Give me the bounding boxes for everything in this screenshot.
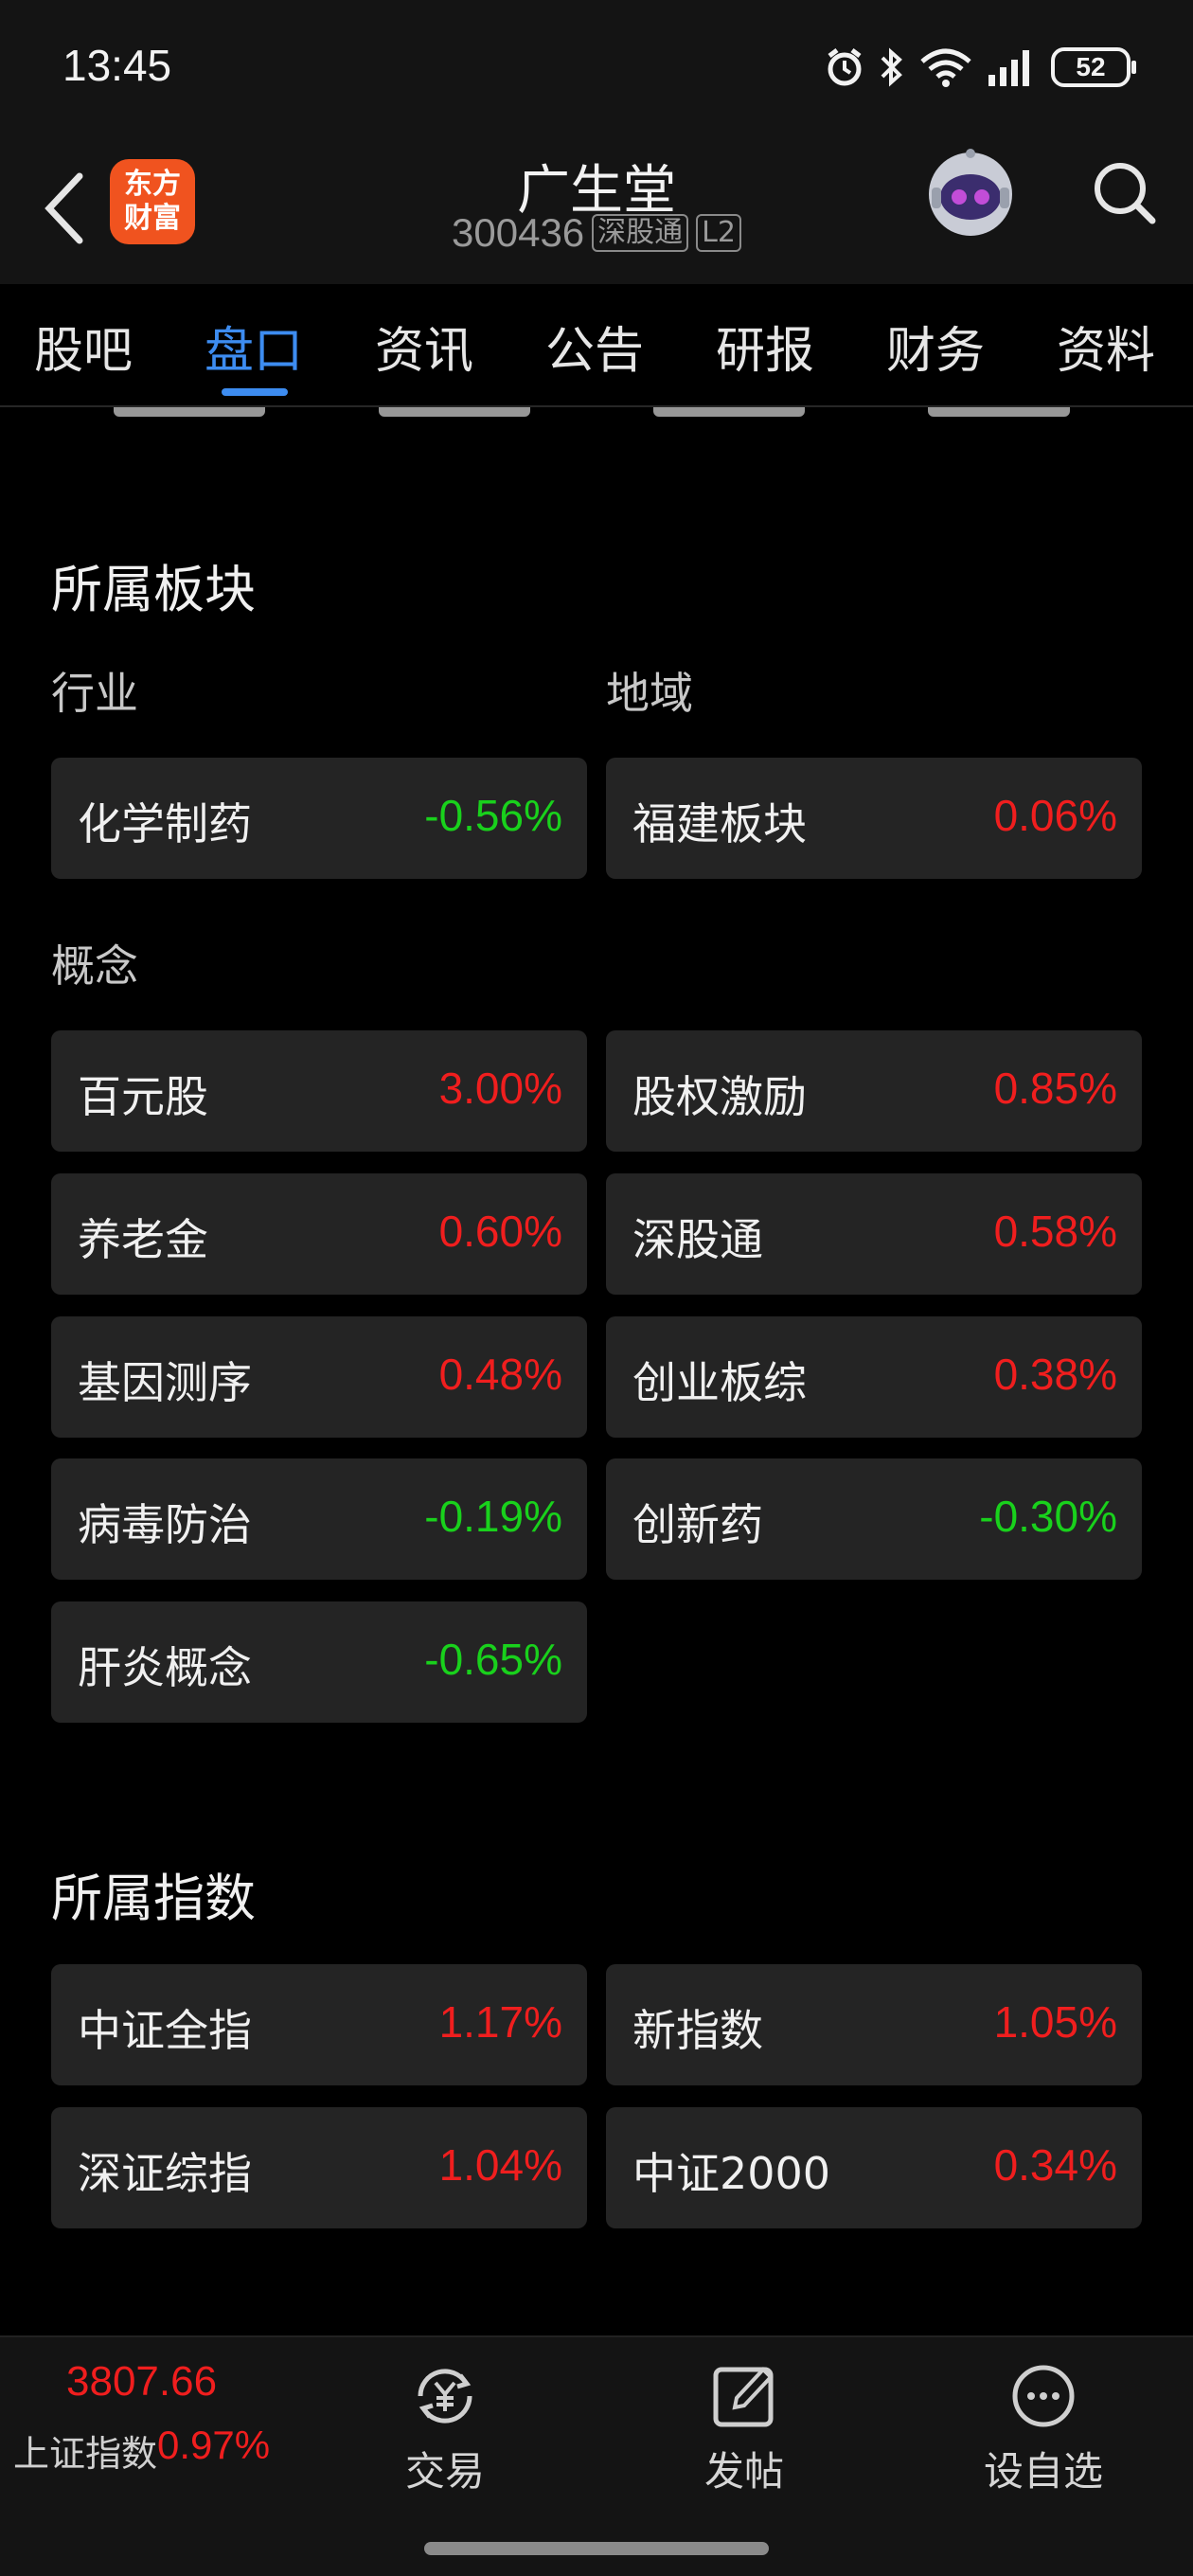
search-button[interactable] <box>1087 146 1163 241</box>
concept-card[interactable]: 肝炎概念 -0.65% <box>51 1601 587 1723</box>
sector-card-industry[interactable]: 化学制药 -0.56% <box>51 758 587 879</box>
concept-name: 肝炎概念 <box>78 1642 252 1693</box>
concept-card[interactable]: 创业板综 0.38% <box>606 1316 1142 1438</box>
home-indicator[interactable] <box>424 2542 769 2555</box>
concept-name: 病毒防治 <box>78 1499 252 1550</box>
edit-post-icon <box>713 2367 774 2427</box>
tab-news[interactable]: 资讯 <box>375 311 473 382</box>
battery-icon: 52 <box>1051 47 1136 87</box>
signal-icon <box>988 50 1029 86</box>
market-index-value: 3807.66 <box>66 2358 218 2405</box>
concept-change: 0.58% <box>993 1207 1117 1256</box>
status-time: 13:45 <box>62 41 172 90</box>
region-label: 地域 <box>606 668 693 719</box>
index-card-name: 深证综指 <box>78 2148 252 2199</box>
index-card-change: 0.34% <box>993 2140 1117 2190</box>
market-index-change: 0.97% <box>157 2423 271 2467</box>
tab-finance[interactable]: 财务 <box>886 311 985 382</box>
scrolled-content-remnant <box>0 407 1193 420</box>
add-watchlist-button[interactable]: 设自选 <box>958 2358 1129 2510</box>
battery-level: 52 <box>1076 52 1106 81</box>
concept-card[interactable]: 病毒防治 -0.19% <box>51 1458 587 1580</box>
bluetooth-icon <box>881 47 902 87</box>
status-bar: 13:45 52 <box>0 0 1193 142</box>
index-card[interactable]: 中证全指 1.17% <box>51 1964 587 2085</box>
header: 东方 财富 广生堂 300436 深股通 L2 <box>0 142 1193 284</box>
wifi-icon <box>920 48 971 87</box>
concept-change: -0.30% <box>979 1492 1117 1541</box>
connect-tag: 深股通 <box>592 214 689 252</box>
search-icon <box>1095 163 1156 224</box>
industry-label: 行业 <box>51 668 138 719</box>
concept-card[interactable]: 创新药 -0.30% <box>606 1458 1142 1580</box>
alarm-icon <box>828 48 862 86</box>
tab-research[interactable]: 研报 <box>716 311 814 382</box>
sector-name: 福建板块 <box>632 798 807 850</box>
page: 13:45 52 东方 财富 广生堂 300436 深股通 L2 股吧 盘口 资… <box>0 0 1193 2576</box>
concept-change: -0.65% <box>424 1635 562 1684</box>
sector-change: 0.06% <box>993 791 1117 840</box>
sector-name: 化学制药 <box>78 798 252 850</box>
concept-name: 创业板综 <box>632 1357 807 1408</box>
sector-change: -0.56% <box>424 791 562 840</box>
concept-label: 概念 <box>51 940 138 992</box>
concept-change: 0.38% <box>993 1350 1117 1399</box>
index-card-name: 中证全指 <box>78 2005 252 2056</box>
concept-card[interactable]: 基因测序 0.48% <box>51 1316 587 1438</box>
concept-card[interactable]: 养老金 0.60% <box>51 1173 587 1295</box>
concept-card[interactable]: 股权激励 0.85% <box>606 1030 1142 1152</box>
tab-bar: 股吧 盘口 资讯 公告 研报 财务 资料 <box>0 284 1193 407</box>
concept-card[interactable]: 深股通 0.58% <box>606 1173 1142 1295</box>
robot-assistant-icon[interactable] <box>918 142 1023 246</box>
post-button[interactable]: 发帖 <box>659 2358 829 2510</box>
active-tab-indicator <box>222 388 288 396</box>
trade-button[interactable]: 交易 <box>360 2358 530 2510</box>
index-card-name: 中证2000 <box>632 2148 831 2199</box>
tab-announcements[interactable]: 公告 <box>545 311 644 382</box>
index-card[interactable]: 深证综指 1.04% <box>51 2107 587 2228</box>
sector-card-region[interactable]: 福建板块 0.06% <box>606 758 1142 879</box>
index-section-title: 所属指数 <box>51 1869 256 1928</box>
more-circle-icon <box>1012 2365 1075 2427</box>
concept-change: 3.00% <box>438 1064 562 1113</box>
status-icons: 52 <box>824 44 1136 91</box>
concept-name: 百元股 <box>78 1071 208 1122</box>
concept-change: 0.60% <box>438 1207 562 1256</box>
concept-change: -0.19% <box>424 1492 562 1541</box>
stock-code: 300436 <box>452 210 585 255</box>
index-card[interactable]: 中证2000 0.34% <box>606 2107 1142 2228</box>
tab-pankou[interactable]: 盘口 <box>205 311 303 382</box>
bottom-bar: 3807.66 上证指数 0.97% 交易 发帖 设自选 <box>0 2335 1193 2576</box>
trade-yuan-icon <box>418 2369 472 2424</box>
concept-change: 0.48% <box>438 1350 562 1399</box>
index-card-change: 1.04% <box>438 2140 562 2190</box>
sector-section-title: 所属板块 <box>51 560 256 619</box>
level-tag: L2 <box>696 214 741 252</box>
concept-card[interactable]: 百元股 3.00% <box>51 1030 587 1152</box>
tab-guba[interactable]: 股吧 <box>34 311 133 382</box>
concept-name: 深股通 <box>632 1214 763 1265</box>
index-card-name: 新指数 <box>632 2005 763 2056</box>
concept-name: 养老金 <box>78 1214 208 1265</box>
trade-label: 交易 <box>404 2448 485 2495</box>
tab-profile[interactable]: 资料 <box>1057 311 1155 382</box>
index-card-change: 1.05% <box>993 1997 1117 2047</box>
market-index-name: 上证指数 <box>13 2433 158 2475</box>
watchlist-label: 设自选 <box>983 2448 1103 2495</box>
index-card-change: 1.17% <box>438 1997 562 2047</box>
concept-name: 股权激励 <box>632 1071 807 1122</box>
concept-name: 基因测序 <box>78 1357 252 1408</box>
post-label: 发帖 <box>703 2448 784 2495</box>
concept-name: 创新药 <box>632 1499 763 1550</box>
concept-change: 0.85% <box>993 1064 1117 1113</box>
index-card[interactable]: 新指数 1.05% <box>606 1964 1142 2085</box>
